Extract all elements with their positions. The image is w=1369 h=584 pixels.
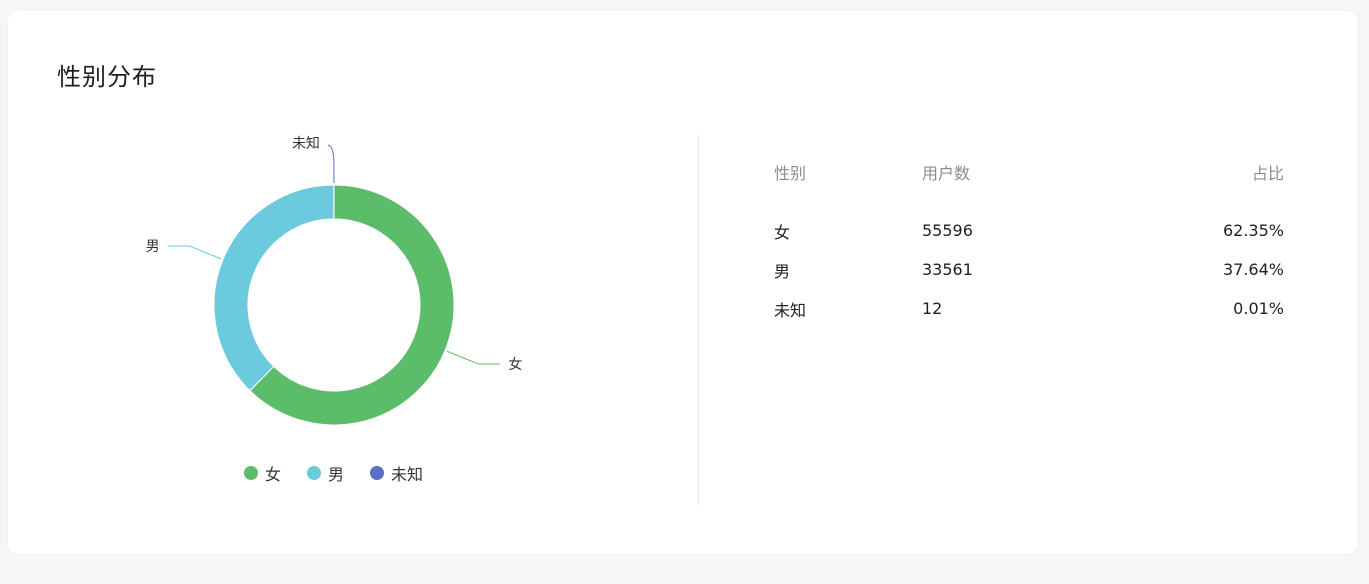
legend-item-unknown[interactable]: 未知 <box>370 461 423 485</box>
cell-gender: 未知 <box>774 300 807 320</box>
header-ratio: 占比 <box>1251 164 1284 183</box>
legend-item-female[interactable]: 女 <box>244 461 281 485</box>
vertical-divider <box>698 135 699 505</box>
cell-user-count: 12 <box>922 299 943 318</box>
table-row: 女 55596 62.35% <box>774 211 1284 250</box>
cell-ratio: 0.01% <box>1233 299 1284 318</box>
label-line-unknown <box>327 144 335 183</box>
legend-item-male[interactable]: 男 <box>307 461 344 485</box>
slice-label-male: 男 <box>146 239 160 255</box>
gender-distribution-card: 性别分布 女男未知 女 男 未知 性别 用户数 占比 女 55596 62.35… <box>8 11 1357 554</box>
legend-label-unknown: 未知 <box>391 465 424 484</box>
legend-dot-male <box>307 466 322 480</box>
donut-slice-male[interactable] <box>213 184 335 392</box>
cell-gender: 女 <box>774 222 791 242</box>
cell-gender: 男 <box>774 261 791 281</box>
cell-user-count: 33561 <box>922 260 973 279</box>
table-row: 未知 12 0.01% <box>774 289 1284 328</box>
gender-table: 性别 用户数 占比 女 55596 62.35% 男 33561 37.64% … <box>774 161 1284 328</box>
table-header-row: 性别 用户数 占比 <box>774 161 1284 183</box>
cell-ratio: 62.35% <box>1222 221 1284 240</box>
header-user-count: 用户数 <box>922 164 971 183</box>
header-gender: 性别 <box>774 164 807 183</box>
cell-ratio: 37.64% <box>1222 260 1284 279</box>
table-row: 男 33561 37.64% <box>774 250 1284 289</box>
legend-dot-female <box>244 466 258 480</box>
legend-dot-unknown <box>370 466 385 480</box>
label-line-male <box>167 245 222 260</box>
label-line-female <box>446 350 501 365</box>
cell-user-count: 55596 <box>922 221 973 240</box>
legend-label-male: 男 <box>328 465 345 484</box>
legend-label-female: 女 <box>265 465 282 484</box>
slice-label-unknown: 未知 <box>292 135 320 152</box>
donut-chart: 女男未知 女 男 未知 <box>8 11 698 554</box>
chart-legend: 女 男 未知 <box>244 461 423 485</box>
slice-label-female: 女 <box>508 356 522 373</box>
